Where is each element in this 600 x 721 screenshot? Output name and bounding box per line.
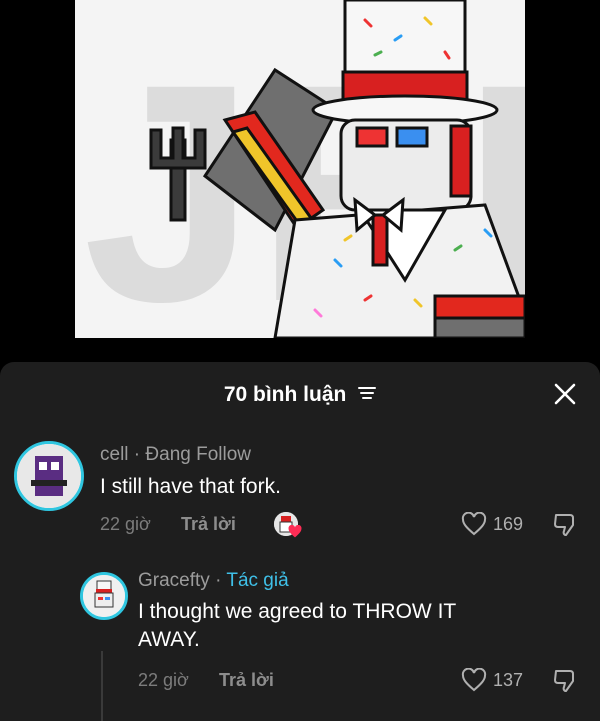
like-button[interactable]: 137 [461, 668, 523, 692]
reply-text-line-1: I thought we agreed to THROW IT [138, 600, 457, 623]
video-player[interactable]: JERX [0, 0, 600, 362]
reply-text-line-2: AWAY. [138, 628, 200, 651]
creator-tag: Tác giả [226, 570, 289, 591]
reply-item: Gracefty · Tác giả I thought we agreed t… [0, 362, 600, 721]
separator-dot: · [215, 570, 222, 591]
dislike-button[interactable] [552, 668, 578, 699]
heart-icon [461, 668, 487, 692]
reply-text: I thought we agreed to THROW IT AWAY. [138, 598, 456, 654]
suit-drawing [273, 196, 525, 338]
like-count: 137 [493, 669, 524, 690]
reply-time: 22 giờ [138, 670, 189, 690]
comments-sheet: 70 bình luận cell · Đang Follow I still … [0, 362, 600, 721]
reply-author-line: Gracefty · Tác giả [138, 569, 289, 593]
reply-button[interactable]: Trả lời [219, 670, 274, 691]
avatar[interactable] [80, 572, 128, 620]
reply-author[interactable]: Gracefty [138, 570, 210, 591]
head-drawing [339, 118, 473, 212]
thumbs-down-icon [554, 670, 574, 692]
video-artwork: JERX [75, 0, 525, 338]
